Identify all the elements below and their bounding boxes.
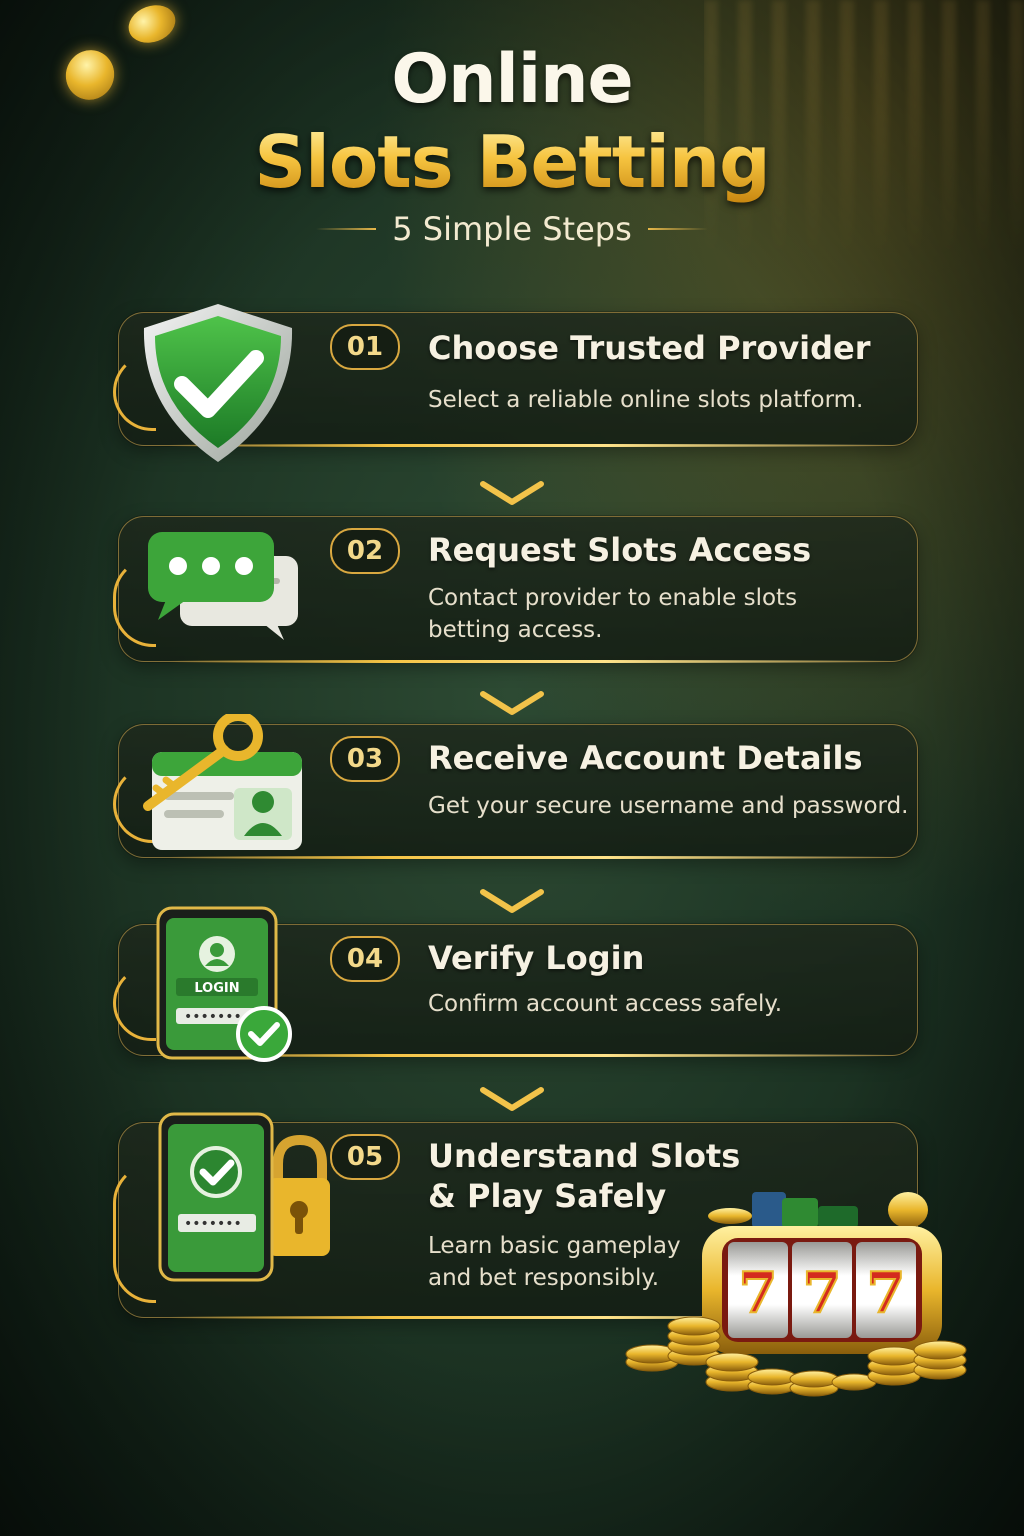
svg-text:•••••••: ••••••• [184, 1009, 242, 1025]
step-description: Get your secure username and password. [428, 793, 909, 819]
divider [316, 228, 377, 230]
page-subtitle: 5 Simple Steps [392, 210, 632, 248]
page-title-line1: Online [391, 40, 633, 119]
step-title: Choose Trusted Provider [428, 329, 871, 367]
chevron-down-icon [477, 886, 547, 916]
step-number-badge: 03 [330, 736, 400, 782]
step-number-badge: 01 [330, 324, 400, 370]
page-title-line2: Slots Betting [0, 120, 1024, 204]
phone-login-icon: LOGIN ••••••• [156, 906, 300, 1066]
step-title: Request Slots Access [428, 531, 812, 569]
svg-text:7: 7 [803, 1260, 842, 1326]
svg-text:7: 7 [867, 1260, 906, 1326]
divider [647, 228, 708, 230]
key-id-card-icon [134, 714, 310, 856]
chevron-down-icon [477, 688, 547, 718]
step-number-badge: 04 [330, 936, 400, 982]
svg-text:7: 7 [739, 1260, 778, 1326]
step-description: Contact provider to enable slots betting… [428, 585, 798, 643]
chevron-down-icon [477, 478, 547, 508]
svg-text:•••••••: ••••••• [184, 1216, 242, 1232]
step-title: Receive Account Details [428, 739, 863, 777]
header: Online Slots Betting 5 Simple Steps [0, 40, 1024, 248]
step-number-badge: 02 [330, 528, 400, 574]
phone-lock-icon: ••••••• [158, 1112, 334, 1284]
chat-bubbles-icon [144, 528, 304, 648]
step-description: Confirm account access safely. [428, 991, 783, 1017]
chevron-down-icon [477, 1084, 547, 1114]
slot-machine-icon: 7 7 7 [622, 1186, 974, 1406]
shield-check-icon [136, 300, 300, 466]
step-description: Select a reliable online slots platform. [428, 387, 864, 413]
step-number-badge: 05 [330, 1134, 400, 1180]
subtitle-row: 5 Simple Steps [0, 210, 1024, 248]
login-label: LOGIN [194, 981, 239, 996]
step-title: Verify Login [428, 939, 645, 977]
